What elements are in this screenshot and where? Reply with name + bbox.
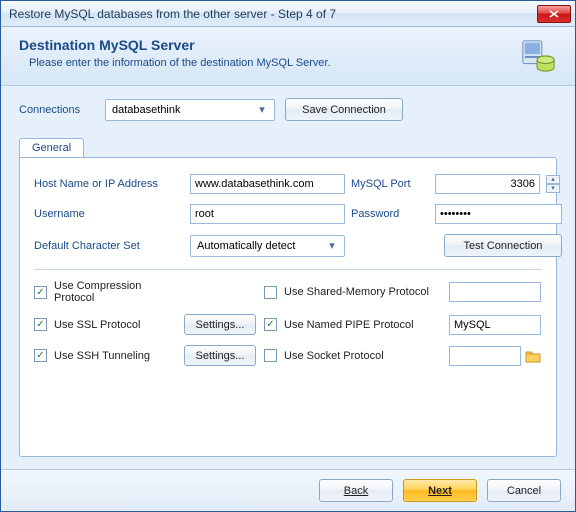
connections-dropdown[interactable]: databasethink ▾ xyxy=(105,99,275,121)
host-input[interactable] xyxy=(190,174,345,194)
username-input[interactable] xyxy=(190,204,345,224)
header-text: Destination MySQL Server Please enter th… xyxy=(19,37,519,69)
close-icon xyxy=(549,10,559,18)
window-title: Restore MySQL databases from the other s… xyxy=(9,7,537,21)
socket-label: Use Socket Protocol xyxy=(284,350,449,362)
socket-cell xyxy=(449,346,544,366)
ssh-settings-button[interactable]: Settings... xyxy=(184,345,256,366)
connections-value: databasethink xyxy=(112,104,181,116)
test-cell: Test Connection xyxy=(351,234,562,257)
shared-memory-label: Use Shared-Memory Protocol xyxy=(284,286,449,298)
options-grid: Use Compression Protocol Use Shared-Memo… xyxy=(34,280,542,366)
separator xyxy=(34,269,542,270)
charset-label: Default Character Set xyxy=(34,240,184,252)
shared-memory-input[interactable] xyxy=(449,282,541,302)
titlebar: Restore MySQL databases from the other s… xyxy=(1,1,575,27)
named-pipe-label: Use Named PIPE Protocol xyxy=(284,319,449,331)
password-label: Password xyxy=(351,208,429,220)
folder-icon[interactable] xyxy=(525,349,541,363)
tab-strip: General xyxy=(19,135,557,157)
ssh-checkbox[interactable] xyxy=(34,349,47,362)
socket-checkbox[interactable] xyxy=(264,349,277,362)
connections-row: Connections databasethink ▾ Save Connect… xyxy=(19,98,557,121)
socket-input[interactable] xyxy=(449,346,521,366)
ssh-label: Use SSH Tunneling xyxy=(54,350,184,362)
form-grid: Host Name or IP Address MySQL Port ▴▾ Us… xyxy=(34,174,542,257)
save-connection-button[interactable]: Save Connection xyxy=(285,98,403,121)
named-pipe-input[interactable] xyxy=(449,315,541,335)
compression-label: Use Compression Protocol xyxy=(54,280,184,304)
ssl-label: Use SSL Protocol xyxy=(54,319,184,331)
spin-up-icon[interactable]: ▴ xyxy=(546,175,560,184)
ssl-checkbox[interactable] xyxy=(34,318,47,331)
general-panel: Host Name or IP Address MySQL Port ▴▾ Us… xyxy=(19,157,557,457)
charset-value: Automatically detect xyxy=(197,240,295,252)
named-pipe-checkbox[interactable] xyxy=(264,318,277,331)
port-spinner[interactable]: ▴▾ xyxy=(546,175,560,193)
password-input[interactable] xyxy=(435,204,562,224)
connections-label: Connections xyxy=(19,104,95,116)
port-input[interactable] xyxy=(435,174,540,194)
wizard-window: Restore MySQL databases from the other s… xyxy=(0,0,576,512)
header-band: Destination MySQL Server Please enter th… xyxy=(1,27,575,86)
host-label: Host Name or IP Address xyxy=(34,178,184,190)
chevron-down-icon: ▾ xyxy=(254,102,270,118)
page-title: Destination MySQL Server xyxy=(19,37,519,53)
database-server-icon xyxy=(519,37,557,75)
port-label: MySQL Port xyxy=(351,178,429,190)
tab-general[interactable]: General xyxy=(19,138,84,157)
ssl-settings-button[interactable]: Settings... xyxy=(184,314,256,335)
page-subtitle: Please enter the information of the dest… xyxy=(19,57,519,69)
chevron-down-icon: ▾ xyxy=(324,238,340,254)
spin-down-icon[interactable]: ▾ xyxy=(546,184,560,193)
cancel-button[interactable]: Cancel xyxy=(487,479,561,502)
close-button[interactable] xyxy=(537,5,571,23)
test-connection-button[interactable]: Test Connection xyxy=(444,234,562,257)
next-button[interactable]: Next xyxy=(403,479,477,502)
footer: Back Next Cancel xyxy=(1,469,575,511)
charset-dropdown[interactable]: Automatically detect ▾ xyxy=(190,235,345,257)
compression-checkbox[interactable] xyxy=(34,286,47,299)
username-label: Username xyxy=(34,208,184,220)
body: Connections databasethink ▾ Save Connect… xyxy=(1,86,575,496)
back-button[interactable]: Back xyxy=(319,479,393,502)
shared-memory-checkbox[interactable] xyxy=(264,286,277,299)
